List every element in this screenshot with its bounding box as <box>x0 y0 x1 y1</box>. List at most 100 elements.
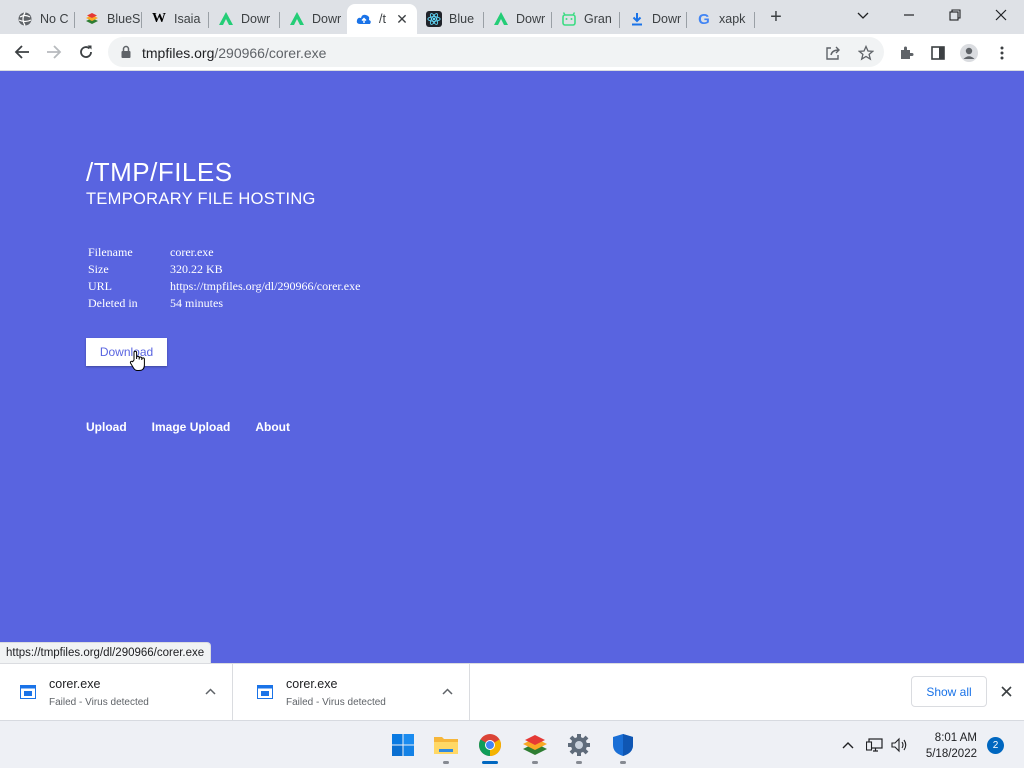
back-button[interactable] <box>8 38 36 66</box>
info-key: Size <box>88 262 109 276</box>
android-icon <box>561 11 577 27</box>
download-status: Failed - Virus detected <box>49 697 149 708</box>
notification-badge[interactable]: 2 <box>987 737 1004 754</box>
omnibox[interactable]: tmpfiles.org/290966/corer.exe <box>108 37 884 67</box>
tab-label: BlueS <box>107 12 141 26</box>
forward-button[interactable] <box>40 38 68 66</box>
close-icon[interactable] <box>997 682 1015 700</box>
tab-6[interactable]: Blue <box>417 4 484 34</box>
globe-icon <box>17 11 33 27</box>
cloud-upload-icon <box>356 11 372 27</box>
tab-label: Dowr <box>312 12 342 26</box>
chrome-icon[interactable] <box>476 731 504 759</box>
tab-label: Isaia <box>174 12 201 26</box>
download-filename: corer.exe <box>49 677 101 691</box>
bluestacks-icon <box>84 11 100 27</box>
chevron-up-icon[interactable] <box>442 684 453 698</box>
info-key: URL <box>88 279 112 293</box>
tab-label: No C <box>40 12 69 26</box>
taskbar-indicator <box>576 761 582 764</box>
download-status: Failed - Virus detected <box>286 697 386 708</box>
defender-icon[interactable] <box>609 731 637 759</box>
volume-icon[interactable] <box>891 735 909 755</box>
chevron-up-icon[interactable] <box>205 684 216 698</box>
network-icon[interactable] <box>866 735 884 755</box>
tab-label: Gran <box>584 12 612 26</box>
tab-label: Dowr <box>652 12 682 26</box>
info-value: https://tmpfiles.org/dl/290966/corer.exe <box>170 279 361 293</box>
restore-icon[interactable] <box>932 0 978 30</box>
minimize-icon[interactable] <box>886 0 932 30</box>
bluestacks-icon[interactable] <box>521 731 549 759</box>
download-item[interactable]: corer.exe Failed - Virus detected <box>237 664 470 720</box>
taskbar-indicator <box>443 761 449 764</box>
taskbar-indicator <box>532 761 538 764</box>
show-all-button[interactable]: Show all <box>911 676 987 707</box>
chevron-up-icon[interactable] <box>839 735 857 755</box>
tab-label: /t <box>379 12 386 26</box>
reload-button[interactable] <box>72 38 100 66</box>
side-panel-icon[interactable] <box>927 42 949 64</box>
lock-icon[interactable] <box>120 45 132 64</box>
info-row-url: URL https://tmpfiles.org/dl/290966/corer.… <box>88 279 360 296</box>
close-icon[interactable]: ✕ <box>393 10 411 28</box>
google-icon: G <box>698 10 710 28</box>
taskbar-indicator <box>620 761 626 764</box>
footer-nav: Upload Image Upload About <box>86 420 315 434</box>
download-shelf: corer.exe Failed - Virus detected corer.… <box>0 663 1024 720</box>
info-value: 54 minutes <box>170 296 223 310</box>
wikipedia-icon: W <box>152 11 166 26</box>
download-filename: corer.exe <box>286 677 338 691</box>
download-icon <box>629 11 645 27</box>
download-button[interactable]: Download <box>86 338 167 366</box>
nav-link-image-upload[interactable]: Image Upload <box>152 420 231 434</box>
tab-9[interactable]: Dowr <box>620 4 687 34</box>
info-key: Deleted in <box>88 296 138 310</box>
download-item[interactable]: corer.exe Failed - Virus detected <box>0 664 233 720</box>
page-content: /TMP/FILES TEMPORARY FILE HOSTING Filena… <box>0 71 1024 663</box>
tab-8[interactable]: Gran <box>552 4 620 34</box>
tab-10[interactable]: G xapk <box>687 4 755 34</box>
nav-link-about[interactable]: About <box>255 420 290 434</box>
chrome-menu-icon[interactable] <box>991 42 1013 64</box>
file-explorer-icon[interactable] <box>432 731 460 759</box>
apkpure-icon <box>218 11 234 27</box>
link-status-bar: https://tmpfiles.org/dl/290966/corer.exe <box>0 642 212 663</box>
new-tab-button[interactable]: + <box>765 7 787 29</box>
tab-0[interactable]: No C <box>8 4 75 34</box>
apkpure-icon <box>493 11 509 27</box>
tab-search-icon[interactable] <box>840 0 886 30</box>
info-row-deleted: Deleted in 54 minutes <box>88 296 360 313</box>
tab-5-active[interactable]: /t ✕ <box>347 4 417 34</box>
share-icon[interactable] <box>824 44 842 62</box>
bookmark-star-icon[interactable] <box>857 44 875 62</box>
close-window-icon[interactable] <box>978 0 1024 30</box>
file-info-table: Filename corer.exe Size 320.22 KB URL https… <box>88 245 360 313</box>
nav-link-upload[interactable]: Upload <box>86 420 127 434</box>
tab-3[interactable]: Dowr <box>209 4 280 34</box>
info-row-size: Size 320.22 KB <box>88 262 360 279</box>
tab-label: Dowr <box>241 12 271 26</box>
extensions-icon[interactable] <box>895 42 917 64</box>
url-host: tmpfiles.org <box>142 45 215 61</box>
settings-icon[interactable] <box>565 731 593 759</box>
tab-label: Dowr <box>516 12 546 26</box>
system-clock[interactable]: 8:01 AM 5/18/2022 <box>908 730 977 762</box>
tab-label: xapk <box>719 12 746 26</box>
info-key: Filename <box>88 245 133 259</box>
tab-1[interactable]: BlueS <box>75 4 142 34</box>
clock-time: 8:01 AM <box>934 732 977 744</box>
windows-start-icon[interactable] <box>389 731 417 759</box>
tab-7[interactable]: Dowr <box>484 4 552 34</box>
site-subtitle: TEMPORARY FILE HOSTING <box>86 190 316 208</box>
info-value: 320.22 KB <box>170 262 223 276</box>
taskbar-indicator-active <box>482 761 498 764</box>
windows-taskbar: 8:01 AM 5/18/2022 2 <box>0 720 1024 768</box>
profile-avatar-icon[interactable] <box>958 42 980 64</box>
url-path: /290966/corer.exe <box>214 45 327 61</box>
file-icon <box>257 685 273 704</box>
address-toolbar: tmpfiles.org/290966/corer.exe <box>0 34 1024 71</box>
tab-4[interactable]: Dowr <box>280 4 347 34</box>
clock-date: 5/18/2022 <box>925 748 977 760</box>
tab-2[interactable]: W Isaia <box>142 4 209 34</box>
